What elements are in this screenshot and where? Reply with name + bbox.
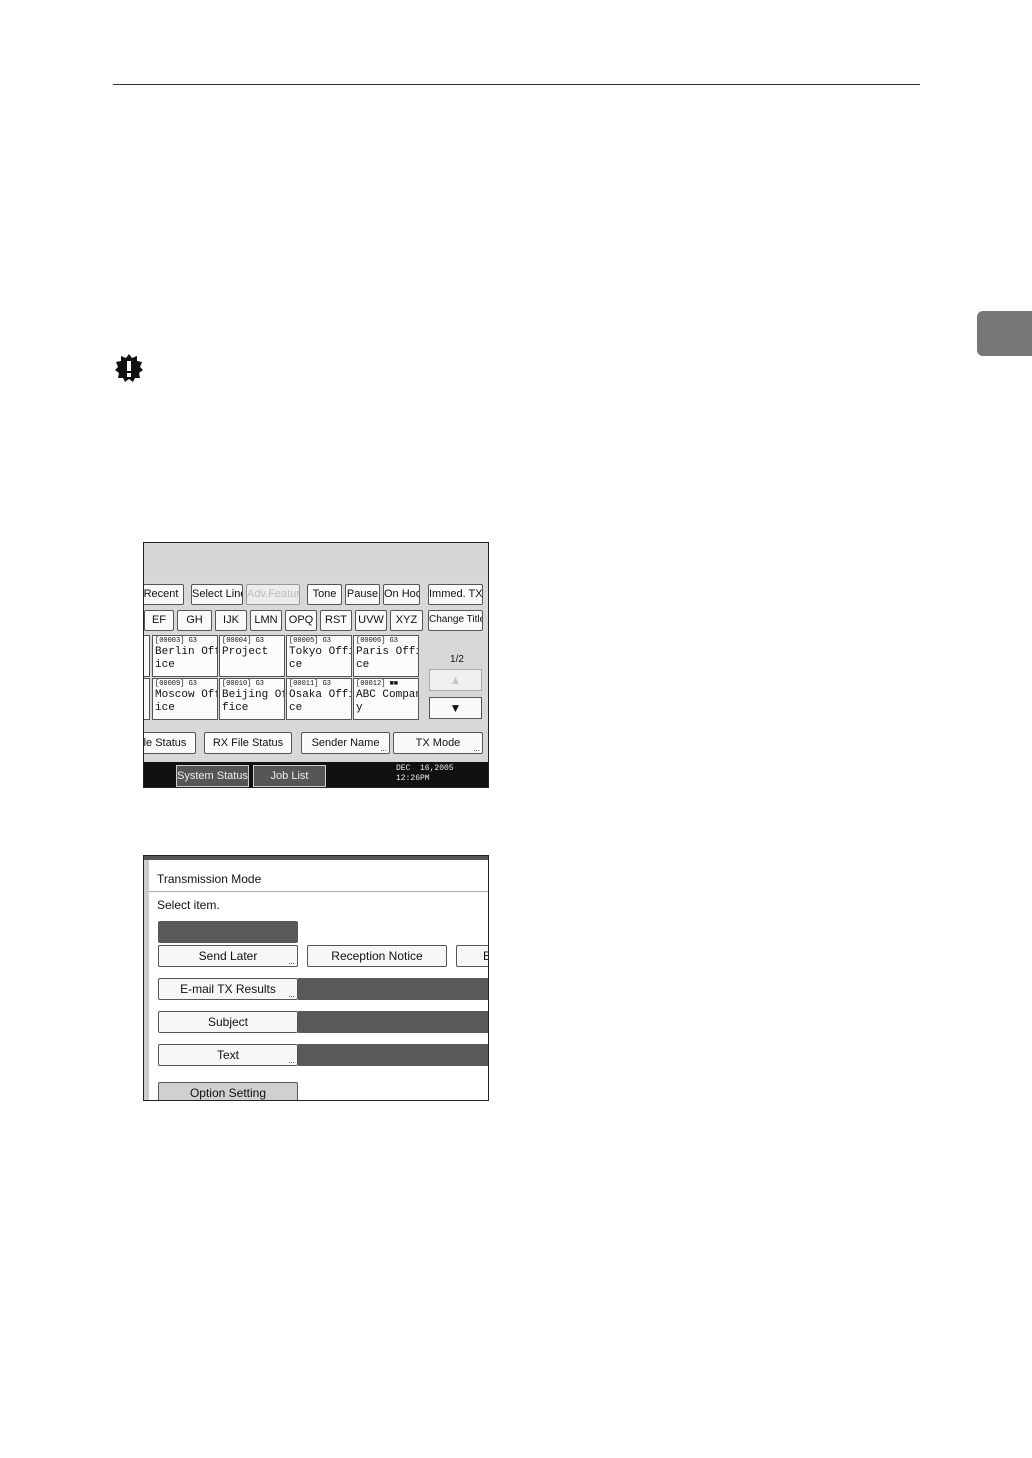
screen-top-border	[144, 856, 488, 860]
tab-lmn[interactable]: LMN	[250, 610, 282, 631]
on-hook-button[interactable]: On Hook	[383, 584, 420, 605]
transmission-mode-screen: Transmission Mode Select item. Send Late…	[143, 855, 489, 1101]
job-list-button[interactable]: Job List	[253, 765, 326, 787]
important-icon	[115, 354, 143, 382]
rx-file-status-button[interactable]: RX File Status	[204, 732, 292, 754]
tone-button[interactable]: Tone	[307, 584, 342, 605]
adv-features-button[interactable]: Adv.Features	[246, 584, 300, 605]
destination-osaka-office[interactable]: [00011] G3Osaka Offi ce	[286, 678, 352, 720]
destination-abc-company[interactable]: [00012] ■■ ABC Compan y	[353, 678, 419, 720]
header-rule	[113, 84, 920, 85]
option-setting-button[interactable]: Option Setting	[158, 1082, 298, 1100]
file-status-button[interactable]: le Status	[144, 732, 196, 754]
tab-xyz[interactable]: XYZ	[390, 610, 423, 631]
selected-item-bar	[158, 921, 298, 943]
destination-partial[interactable]	[144, 635, 150, 677]
select-line-button[interactable]: Select Line	[191, 584, 243, 605]
destination-tokyo-office[interactable]: [00005] G3Tokyo Offi ce	[286, 635, 352, 677]
destination-berlin-office[interactable]: [00003] G3Berlin Off ice	[152, 635, 218, 677]
immed-tx-button[interactable]: Immed. TX	[428, 584, 483, 605]
dialog-title: Transmission Mode	[149, 866, 488, 892]
screen-top-area	[144, 543, 488, 579]
status-bar: System Status Job List DEC 16,2005 12:26…	[144, 762, 488, 787]
instruction-text: Select item.	[157, 898, 220, 912]
system-status-button[interactable]: System Status	[176, 765, 249, 787]
destination-beijing-office[interactable]: [00010] G3Beijing Of fice	[219, 678, 285, 720]
text-button[interactable]: Text...	[158, 1044, 298, 1066]
fax-main-screen: Recent Select Line Adv.Features Tone Pau…	[143, 542, 489, 788]
text-value	[298, 1044, 488, 1066]
pause-button[interactable]: Pause	[345, 584, 380, 605]
destination-moscow-office[interactable]: [00009] G3Moscow Off ice	[152, 678, 218, 720]
email-tx-results-button[interactable]: E-mail TX Results...	[158, 978, 298, 1000]
tab-rst[interactable]: RST	[320, 610, 352, 631]
email-tx-results-value	[298, 978, 488, 1000]
reception-notice-button[interactable]: Reception Notice	[307, 945, 447, 967]
down-arrow-icon: ▼	[449, 701, 462, 715]
send-later-button[interactable]: Send Later...	[158, 945, 298, 967]
tab-gh[interactable]: GH	[177, 610, 212, 631]
chapter-tab	[977, 311, 1032, 356]
destination-project[interactable]: [00004] G3 Project	[219, 635, 285, 677]
page-indicator: 1/2	[450, 654, 464, 665]
tab-ijk[interactable]: IJK	[215, 610, 247, 631]
up-arrow-icon: ▲	[449, 673, 462, 687]
subject-value	[298, 1011, 488, 1033]
scroll-down-button[interactable]: ▼	[429, 697, 482, 719]
screen-left-border	[144, 860, 149, 1100]
subject-button[interactable]: Subject	[158, 1011, 298, 1033]
partial-button[interactable]: B	[456, 945, 488, 967]
date-time: DEC 16,2005 12:26PM	[396, 764, 454, 783]
tab-uvw[interactable]: UVW	[355, 610, 387, 631]
tab-opq[interactable]: OPQ	[285, 610, 317, 631]
group-icon: ■■	[389, 680, 399, 688]
scroll-up-button[interactable]: ▲	[429, 669, 482, 691]
change-title-button[interactable]: Change Title	[428, 610, 483, 631]
destination-partial[interactable]	[144, 678, 150, 720]
tab-ef[interactable]: EF	[144, 610, 174, 631]
tx-mode-button[interactable]: TX Mode...	[393, 732, 483, 754]
destination-paris-office[interactable]: [00006] G3Paris Offi ce	[353, 635, 419, 677]
sender-name-button[interactable]: Sender Name...	[301, 732, 390, 754]
recent-button[interactable]: Recent	[144, 584, 184, 605]
